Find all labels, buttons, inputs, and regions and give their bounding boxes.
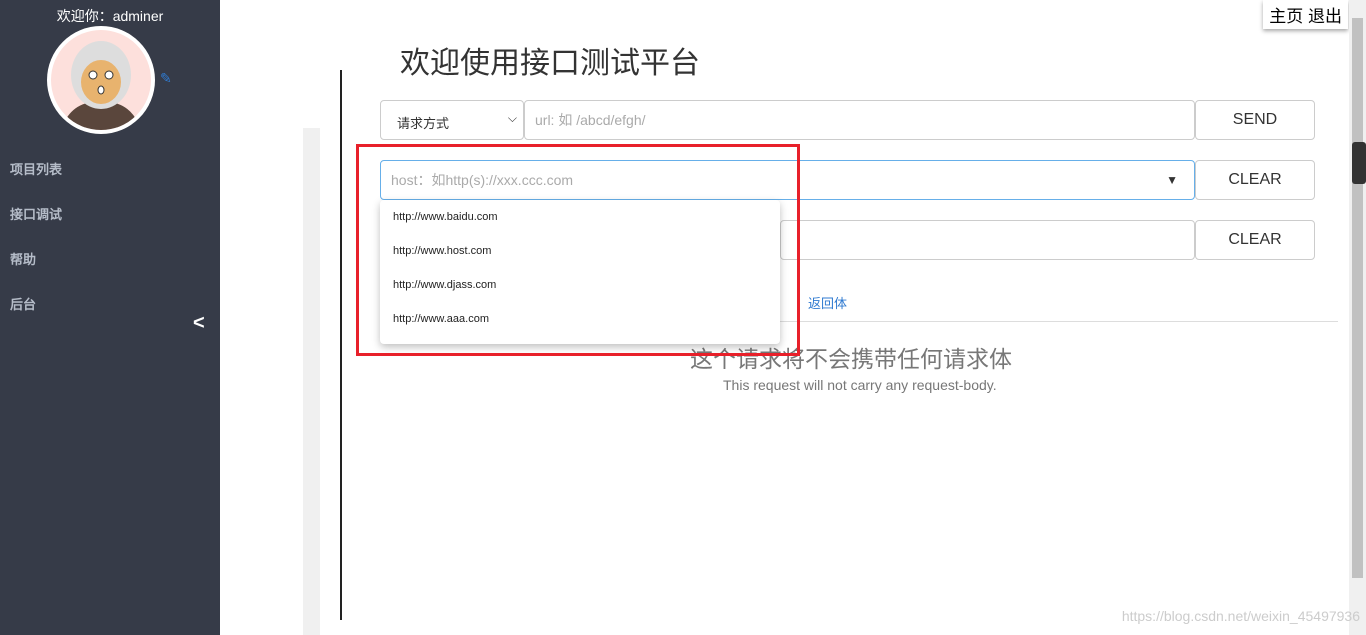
inner-scrollbar[interactable] (303, 128, 320, 635)
dropdown-triangle-icon[interactable]: ▼ (1166, 161, 1178, 199)
divider (340, 70, 342, 620)
method-select-value: 请求方式 (397, 116, 450, 131)
chevron-down-icon: ⌵ (507, 111, 517, 125)
home-link[interactable]: 主页 (1269, 7, 1303, 26)
sidebar-item-admin[interactable]: 后台 (10, 294, 36, 313)
sidebar-item-project-list[interactable]: 项目列表 (10, 159, 62, 178)
send-button[interactable]: SEND (1195, 100, 1315, 140)
page-title: 欢迎使用接口测试平台 (400, 47, 700, 80)
sidebar-item-help[interactable]: 帮助 (10, 249, 36, 268)
logout-link[interactable]: 退出 (1308, 7, 1342, 26)
url-input[interactable]: url: 如 /abcd/efgh/ (524, 100, 1195, 140)
highlight-annotation (356, 144, 800, 356)
sidebar: 欢迎你：adminer ✎ 项目列表 接口调试 帮助 后台 < (0, 0, 220, 635)
watermark: https://blog.csdn.net/weixin_45497936 (1121, 608, 1360, 624)
meter-widget (1352, 142, 1366, 184)
scrollbar-thumb[interactable] (1352, 18, 1363, 578)
method-select[interactable]: 请求方式 ⌵ (380, 100, 524, 140)
sidebar-item-api-debug[interactable]: 接口调试 (10, 204, 62, 223)
third-input[interactable] (780, 220, 1195, 260)
tab-response-body[interactable]: 返回体 (808, 293, 847, 312)
clear-button[interactable]: CLEAR (1195, 220, 1315, 260)
top-nav: 主页 退出 (1263, 0, 1348, 29)
clear-host-button[interactable]: CLEAR (1195, 160, 1315, 200)
avatar[interactable] (47, 26, 155, 134)
welcome-text: 欢迎你：adminer (56, 8, 164, 24)
page-scrollbar[interactable] (1349, 0, 1366, 635)
empty-subtitle: This request will not carry any request-… (723, 377, 997, 393)
collapse-sidebar-button[interactable]: < (193, 312, 205, 335)
edit-avatar-pencil-icon[interactable]: ✎ (160, 70, 172, 87)
